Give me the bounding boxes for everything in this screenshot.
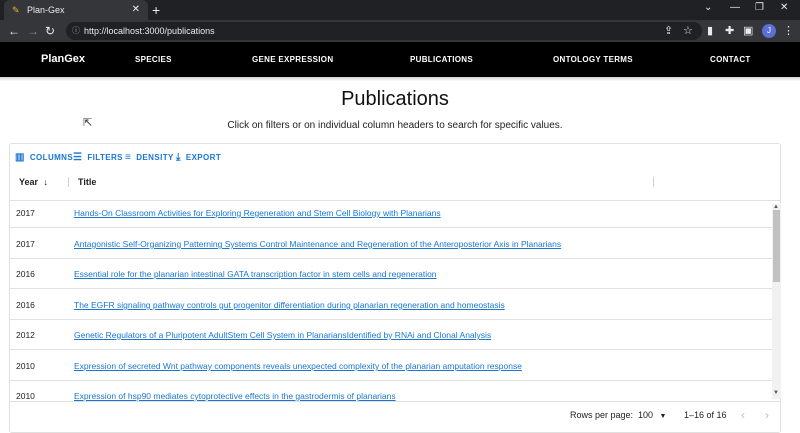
side-panel-icon[interactable]: ▣ <box>743 24 753 38</box>
publications-grid: ▥ COLUMNS ☰ FILTERS ≡ DENSITY ⤓ EXPORT Y… <box>9 143 781 433</box>
column-header-year[interactable]: Year ↓ <box>19 177 48 187</box>
title-link[interactable]: Hands-On Classroom Activities for Explor… <box>74 208 441 218</box>
nav-link-species[interactable]: SPECIES <box>135 55 172 64</box>
nav-link-gene-expression[interactable]: GENE EXPRESSION <box>252 55 333 64</box>
filter-icon: ☰ <box>73 152 83 163</box>
column-header-title[interactable]: Title <box>78 177 96 187</box>
year-cell: 2017 <box>16 208 35 218</box>
tab-search-icon[interactable]: ⌄ <box>704 2 712 13</box>
next-page-icon[interactable]: › <box>765 408 769 422</box>
year-cell: 2016 <box>16 269 35 279</box>
export-button[interactable]: ⤓ EXPORT <box>176 152 221 163</box>
scroll-down-icon[interactable]: ▼ <box>773 390 779 396</box>
extensions-puzzle-icon[interactable]: ✚ <box>725 24 734 38</box>
previous-page-icon[interactable]: ‹ <box>741 408 745 422</box>
grid-footer: Rows per page: 100 ▼ 1–16 of 16 ‹ › <box>10 401 780 431</box>
page-subtitle: Click on filters or on individual column… <box>227 120 563 131</box>
columns-icon: ▥ <box>15 152 25 163</box>
density-label: DENSITY <box>136 153 174 162</box>
table-row[interactable]: 2016 The EGFR signaling pathway controls… <box>10 290 772 320</box>
export-label: EXPORT <box>185 153 222 162</box>
year-cell: 2010 <box>16 391 35 401</box>
pagination-range: 1–16 of 16 <box>684 410 727 420</box>
page-title: Publications <box>341 88 449 110</box>
tab-title: Plan-Gex <box>27 5 65 15</box>
forward-icon[interactable]: → <box>27 23 39 39</box>
columns-button[interactable]: ▥ COLUMNS <box>15 152 73 163</box>
address-bar[interactable]: ⓘ http://localhost:3000/publications <box>66 22 702 40</box>
share-icon[interactable]: ⇪ <box>664 24 673 38</box>
rows-per-page-value: 100 <box>638 410 654 420</box>
grid-scrollbar[interactable]: ▲ ▼ <box>772 204 781 399</box>
scrollbar-thumb[interactable] <box>773 210 780 282</box>
density-icon: ≡ <box>125 152 132 163</box>
columns-label: COLUMNS <box>29 153 74 162</box>
title-link[interactable]: Expression of secreted Wnt pathway compo… <box>74 361 522 371</box>
year-cell: 2017 <box>16 239 35 249</box>
year-cell: 2012 <box>16 330 35 340</box>
year-cell: 2010 <box>16 361 35 371</box>
chevron-down-icon: ▼ <box>659 413 667 420</box>
navbar-shadow <box>0 77 800 81</box>
column-separator[interactable] <box>653 177 654 187</box>
favicon-icon: ✎ <box>12 4 20 15</box>
sort-arrow-icon[interactable]: ↓ <box>44 177 49 187</box>
table-row[interactable]: 2010 Expression of secreted Wnt pathway … <box>10 351 772 381</box>
title-link[interactable]: Antagonistic Self-Organizing Patterning … <box>74 239 561 249</box>
browser-tab[interactable]: ✎ Plan-Gex ✕ <box>4 0 148 20</box>
new-tab-icon[interactable]: + <box>152 2 160 18</box>
rows-per-page-select[interactable]: 100 ▼ <box>638 410 666 420</box>
address-url: http://localhost:3000/publications <box>84 26 215 36</box>
maximize-icon[interactable]: ❐ <box>755 2 764 13</box>
browser-toolbar: ← → ↻ ⓘ http://localhost:3000/publicatio… <box>0 20 800 42</box>
extension-icon[interactable]: ▮ <box>707 24 713 38</box>
title-link[interactable]: Genetic Regulators of a Pluripotent Adul… <box>74 330 491 340</box>
nav-link-publications[interactable]: PUBLICATIONS <box>410 55 473 64</box>
nav-link-contact[interactable]: CONTACT <box>710 55 751 64</box>
table-row[interactable]: 2017 Hands-On Classroom Activities for E… <box>10 198 772 228</box>
export-icon: ⤓ <box>176 152 181 163</box>
table-row[interactable]: 2012 Genetic Regulators of a Pluripotent… <box>10 320 772 350</box>
year-cell: 2016 <box>16 300 35 310</box>
filters-button[interactable]: ☰ FILTERS <box>73 152 123 163</box>
table-row[interactable]: 2017 Antagonistic Self-Organizing Patter… <box>10 229 772 259</box>
column-separator[interactable] <box>68 177 69 187</box>
close-window-icon[interactable]: ✕ <box>780 2 788 13</box>
mouse-cursor-icon: ⇱ <box>83 117 93 129</box>
brand-logo[interactable]: PlanGex <box>41 53 85 65</box>
filters-label: FILTERS <box>87 153 123 162</box>
minimize-icon[interactable]: — <box>730 2 740 13</box>
reload-icon[interactable]: ↻ <box>45 23 55 39</box>
back-icon[interactable]: ← <box>8 23 20 39</box>
nav-link-ontology-terms[interactable]: ONTOLOGY TERMS <box>553 55 633 64</box>
title-link[interactable]: The EGFR signaling pathway controls gut … <box>74 300 505 310</box>
bookmark-star-icon[interactable]: ☆ <box>683 24 693 38</box>
site-info-icon[interactable]: ⓘ <box>72 22 80 40</box>
column-header-year-label: Year <box>19 177 39 187</box>
app-navbar: PlanGex SPECIES GENE EXPRESSION PUBLICAT… <box>0 42 800 77</box>
title-link[interactable]: Expression of hsp90 mediates cytoprotect… <box>74 391 396 401</box>
rows-per-page-label: Rows per page: <box>570 410 634 420</box>
table-row[interactable]: 2016 Essential role for the planarian in… <box>10 259 772 289</box>
browser-tab-strip: ✎ Plan-Gex ✕ + ⌄ — ❐ ✕ <box>0 0 800 20</box>
density-button[interactable]: ≡ DENSITY <box>125 152 174 163</box>
close-tab-icon[interactable]: ✕ <box>132 4 140 15</box>
title-link[interactable]: Essential role for the planarian intesti… <box>74 269 437 279</box>
profile-avatar[interactable]: J <box>762 24 776 38</box>
browser-menu-icon[interactable]: ⋮ <box>783 24 794 38</box>
